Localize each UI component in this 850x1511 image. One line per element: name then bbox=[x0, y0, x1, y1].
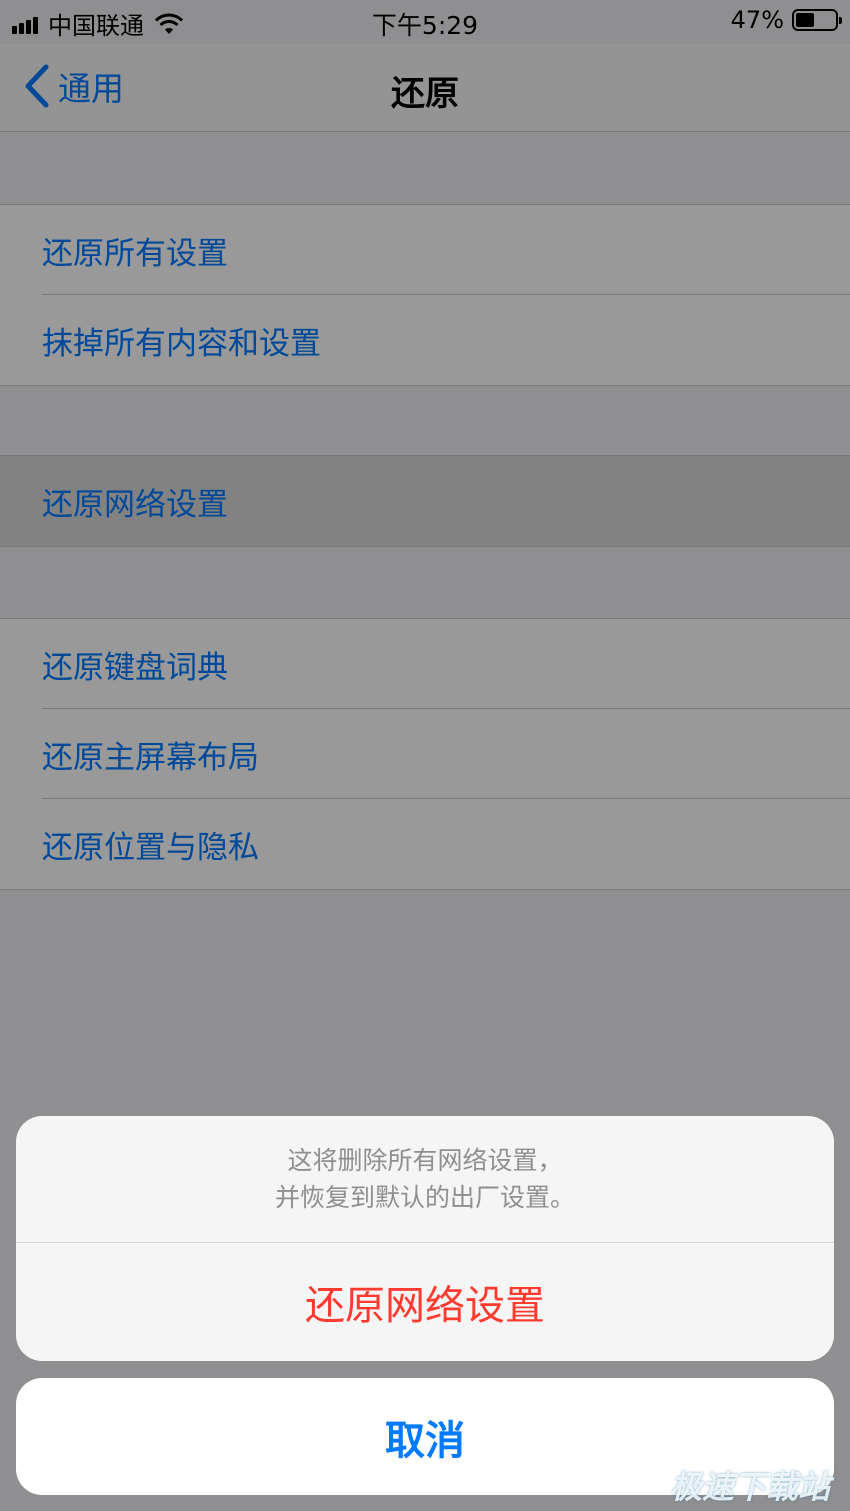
action-sheet-message: 这将删除所有网络设置， 并恢复到默认的出厂设置。 bbox=[16, 1116, 834, 1243]
message-line-2: 并恢复到默认的出厂设置。 bbox=[274, 1183, 575, 1212]
reset-network-settings-button[interactable]: 还原网络设置 bbox=[16, 1243, 834, 1361]
watermark-logo: 极速下载站 bbox=[669, 1468, 830, 1506]
action-sheet: 这将删除所有网络设置， 并恢复到默认的出厂设置。 还原网络设置 bbox=[16, 1116, 834, 1361]
message-line-1: 这将删除所有网络设置， bbox=[287, 1146, 563, 1175]
